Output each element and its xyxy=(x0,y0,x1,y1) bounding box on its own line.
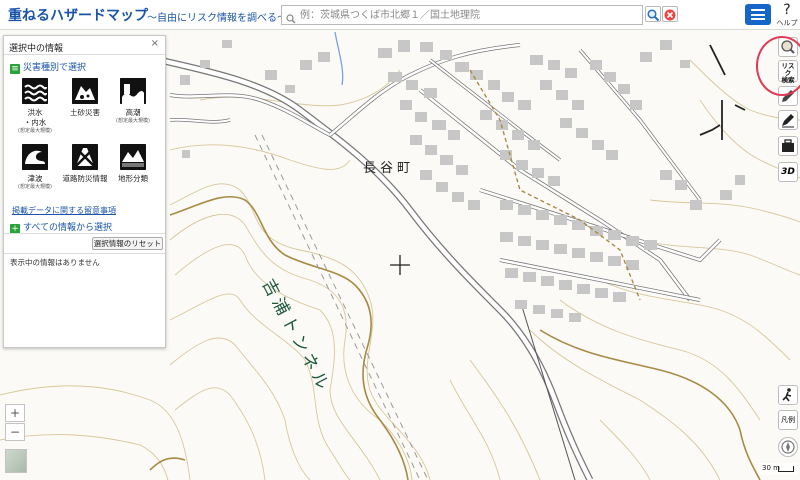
hazard-tsunami-label: 津波 xyxy=(27,174,43,183)
compass-icon xyxy=(781,440,795,454)
hazard-road-label: 道路防災情報 xyxy=(62,174,108,183)
flood-icon xyxy=(22,78,48,104)
search-input[interactable] xyxy=(300,6,640,24)
hazard-landslide-label: 土砂災害 xyxy=(70,108,100,117)
town-label: 長谷町 xyxy=(363,161,415,176)
three-d-button[interactable]: 3D xyxy=(778,162,798,182)
search-icon xyxy=(286,9,296,28)
scale-bar: 30 m xyxy=(758,463,798,475)
road-hazard-icon xyxy=(72,144,98,170)
hazard-storm-surge-sub: (想定最大規模) xyxy=(116,118,150,124)
selected-info-panel: 選択中の情報 × ≡ 災害種別で選択 洪水 ・内水 (想定最大規模) 土砂災害 高潮… xyxy=(3,35,166,348)
hazard-type-header[interactable]: ≡ 災害種別で選択 xyxy=(10,60,86,74)
zoom-in-button[interactable]: + xyxy=(5,404,25,422)
storm-surge-icon xyxy=(120,78,146,104)
app-subtitle: ～自由にリスク情報を調べる～ xyxy=(147,13,287,24)
hazard-landform-label: 地形分類 xyxy=(118,174,148,183)
pen-icon xyxy=(782,114,794,128)
all-info-header[interactable]: + すべての情報から選択 xyxy=(10,220,112,234)
panel-title: 選択中の情報 xyxy=(9,44,64,54)
toolbox-button[interactable] xyxy=(778,136,798,156)
divider xyxy=(4,54,165,55)
hazard-storm-surge-label: 高潮 xyxy=(125,108,141,117)
help-icon: ? xyxy=(783,2,791,18)
basemap-thumbnail[interactable] xyxy=(5,449,27,473)
hazard-flood-sub: (想定最大規模) xyxy=(18,128,52,134)
search-clear-button[interactable] xyxy=(662,6,678,22)
divider xyxy=(4,253,165,254)
empty-state-text: 表示中の情報はありません xyxy=(10,258,100,267)
zoom-out-button[interactable]: − xyxy=(5,423,25,441)
hamburger-icon xyxy=(751,9,765,11)
hazard-landslide[interactable]: 土砂災害 xyxy=(62,78,108,118)
edit-button[interactable] xyxy=(778,110,798,130)
close-icon[interactable]: × xyxy=(151,38,159,49)
hazard-landform[interactable]: 地形分類 xyxy=(110,144,156,184)
clear-icon xyxy=(664,9,676,21)
tsunami-icon xyxy=(22,144,48,170)
help-label: ヘルプ xyxy=(776,19,798,27)
current-location-button[interactable] xyxy=(778,385,798,405)
hazard-flood-label: 洪水 ・内水 xyxy=(23,108,47,127)
legend-button[interactable]: 凡例 xyxy=(778,410,798,430)
search-box xyxy=(281,5,643,25)
compass-button[interactable] xyxy=(778,437,798,457)
hazard-tsunami[interactable]: 津波 (想定最大規模) xyxy=(12,144,58,191)
help-button[interactable]: ? ヘルプ xyxy=(776,2,798,28)
menu-button[interactable] xyxy=(745,4,771,25)
list-icon: ≡ xyxy=(10,64,20,74)
walking-icon xyxy=(782,388,792,402)
magnifier-icon xyxy=(647,9,660,22)
hazard-road[interactable]: 道路防災情報 xyxy=(62,144,108,184)
app-title[interactable]: 重ねるハザードマップ xyxy=(8,5,148,25)
hazard-storm-surge[interactable]: 高潮 (想定最大規模) xyxy=(110,78,156,125)
app-header: 重ねるハザードマップ ～自由にリスク情報を調べる～ ? ヘルプ xyxy=(0,0,800,30)
divider xyxy=(4,233,165,234)
hazard-tsunami-sub: (想定最大規模) xyxy=(18,184,52,190)
hazard-flood[interactable]: 洪水 ・内水 (想定最大規模) xyxy=(12,78,58,135)
briefcase-icon xyxy=(782,139,794,152)
landslide-icon xyxy=(72,78,98,104)
highlight-circle xyxy=(756,36,800,96)
landform-icon xyxy=(120,144,146,170)
search-submit-button[interactable] xyxy=(645,6,661,22)
data-notes-link[interactable]: 掲載データに関する留意事項 xyxy=(12,205,116,216)
reset-selection-button[interactable]: 選択情報のリセット xyxy=(92,237,163,250)
